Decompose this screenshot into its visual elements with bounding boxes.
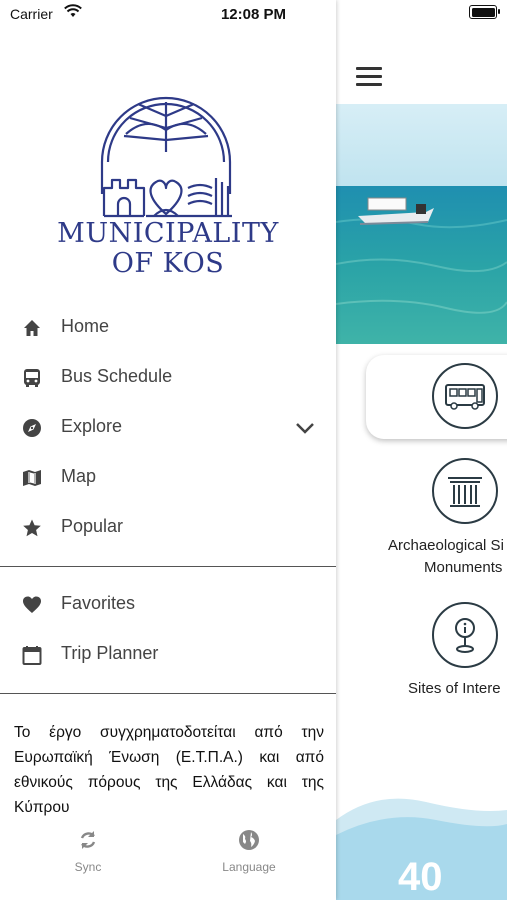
clock: 12:08 PM: [220, 6, 287, 23]
funding-notice: Το έργο συγχρηματοδοτείται από την Ευρωπ…: [14, 724, 324, 816]
language-button[interactable]: Language: [209, 828, 289, 874]
menu-item-label: Favorites: [61, 593, 136, 613]
column-category-icon[interactable]: [432, 458, 498, 524]
sync-icon: [80, 831, 96, 849]
language-label: Language: [222, 860, 276, 874]
logo-title-line1: MUNICIPALITY: [57, 218, 279, 249]
menu-divider: [0, 566, 336, 567]
counter-value: 40: [398, 855, 443, 899]
map-icon: [23, 470, 41, 486]
battery-icon: [469, 5, 500, 19]
menu-item-label: Home: [61, 316, 110, 336]
star-icon: [23, 519, 41, 537]
navigation-drawer: MUNICIPALITY OF KOS Home Bus Schedule Ex…: [0, 0, 336, 900]
bus-category-icon: [432, 363, 498, 429]
sync-button[interactable]: Sync: [48, 828, 128, 874]
archaeological-label[interactable]: Archaeological Si Monuments: [388, 535, 504, 579]
menu-item-label: Explore: [61, 416, 123, 436]
sites-of-interest-label[interactable]: Sites of Intere: [408, 678, 501, 700]
chevron-down-icon[interactable]: [294, 417, 316, 439]
heart-icon: [23, 596, 41, 613]
bus-icon: [24, 369, 40, 387]
sync-label: Sync: [74, 860, 102, 874]
menu-item-trip-planner[interactable]: Trip Planner: [0, 630, 336, 680]
calendar-icon: [22, 646, 42, 665]
compass-icon: [23, 419, 41, 437]
menu-item-label: Popular: [61, 516, 124, 536]
menu-item-explore[interactable]: Explore: [0, 403, 336, 453]
main-content: Archaeological Si Monuments Sites of Int…: [336, 0, 507, 900]
menu-item-label: Trip Planner: [61, 643, 159, 663]
bus-category-card[interactable]: [366, 355, 507, 439]
menu-item-bus-schedule[interactable]: Bus Schedule: [0, 353, 336, 403]
menu-item-favorites[interactable]: Favorites: [0, 580, 336, 630]
status-bar: Carrier 12:08 PM: [0, 0, 507, 28]
menu-item-map[interactable]: Map: [0, 453, 336, 503]
menu-item-home[interactable]: Home: [0, 303, 336, 353]
logo-title-line2: OF KOS: [111, 248, 225, 279]
menu-item-label: Map: [61, 466, 97, 486]
info-pin-category-icon[interactable]: [432, 602, 498, 668]
menu-item-popular[interactable]: Popular: [0, 503, 336, 553]
menu-item-label: Bus Schedule: [61, 366, 173, 386]
footer-divider: [0, 693, 336, 694]
hero-image: [336, 104, 507, 344]
home-icon: [24, 320, 40, 336]
globe-icon: [239, 830, 259, 850]
hamburger-menu-icon[interactable]: [356, 67, 382, 87]
main-header: [336, 28, 507, 104]
